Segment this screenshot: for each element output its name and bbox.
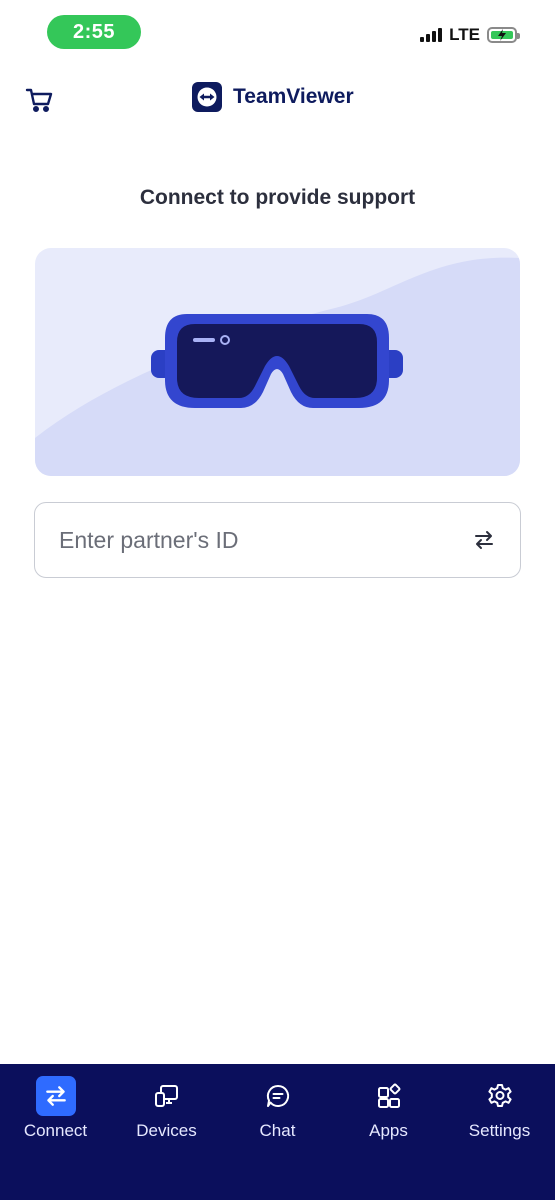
bottom-nav: Connect Devices Chat Apps Settings <box>0 1064 555 1200</box>
network-type: LTE <box>449 25 480 44</box>
signal-icon <box>420 28 443 42</box>
tab-apps-label: Apps <box>369 1121 408 1140</box>
apps-icon <box>369 1076 409 1116</box>
tab-devices[interactable]: Devices <box>111 1064 222 1200</box>
cart-icon[interactable] <box>24 84 56 116</box>
tab-settings[interactable]: Settings <box>444 1064 555 1200</box>
status-bar: 2:55 LTE <box>0 0 555 62</box>
vr-goggles-icon <box>151 314 403 408</box>
teamviewer-logo-icon <box>192 82 222 112</box>
partner-id-field <box>34 502 521 578</box>
page-title: Connect to provide support <box>139 186 416 209</box>
devices-icon <box>147 1076 187 1116</box>
status-indicators: LTE <box>420 25 520 45</box>
tab-settings-label: Settings <box>468 1121 531 1140</box>
app-header: TeamViewer <box>0 70 555 126</box>
tab-chat[interactable]: Chat <box>222 1064 333 1200</box>
hero-illustration <box>35 248 520 476</box>
chat-icon <box>258 1076 298 1116</box>
tab-connect-label: Connect <box>23 1121 88 1140</box>
gear-icon <box>480 1076 520 1116</box>
tab-devices-label: Devices <box>136 1121 197 1140</box>
brand: TeamViewer <box>192 82 354 112</box>
tab-connect[interactable]: Connect <box>0 1064 111 1200</box>
tab-chat-label: Chat <box>259 1121 296 1140</box>
battery-icon <box>487 27 520 43</box>
partner-id-input[interactable] <box>57 503 451 578</box>
tab-apps[interactable]: Apps <box>333 1064 444 1200</box>
swap-arrows-icon <box>35 1076 76 1116</box>
brand-name: TeamViewer <box>233 85 354 108</box>
swap-arrows-icon[interactable] <box>472 528 496 552</box>
status-time: 2:55 <box>47 15 141 49</box>
